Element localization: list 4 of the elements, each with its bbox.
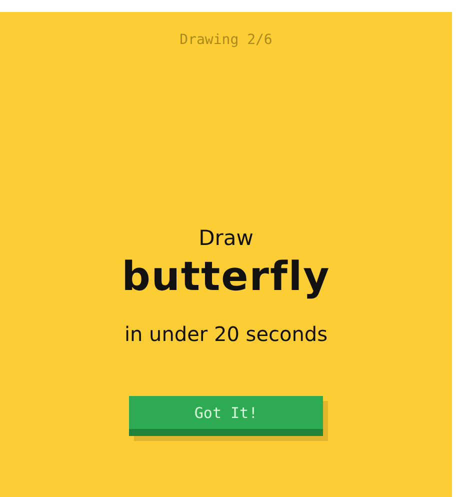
- prompt-lead: Draw: [198, 226, 254, 250]
- time-limit-text: in under 20 seconds: [124, 322, 328, 346]
- drawing-counter: Drawing 2/6: [180, 32, 272, 48]
- prompt-word: butterfly: [122, 254, 330, 300]
